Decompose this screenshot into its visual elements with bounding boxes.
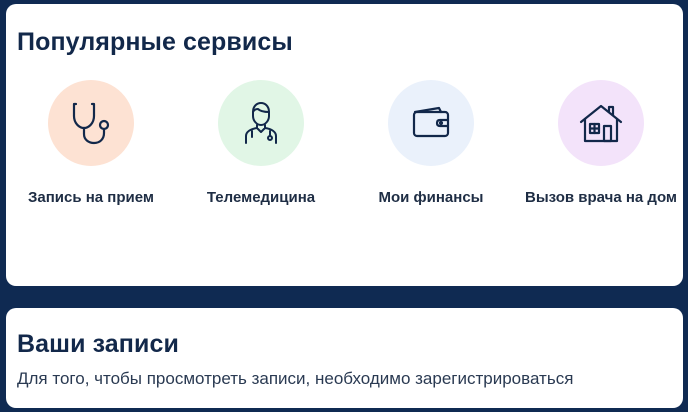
your-records-card: Ваши записи Для того, чтобы просмотреть … bbox=[6, 308, 683, 408]
service-icon-circle bbox=[558, 80, 644, 166]
your-records-title: Ваши записи bbox=[17, 330, 179, 358]
service-home-doctor-call[interactable]: Вызов врача на дом bbox=[516, 80, 686, 220]
service-appointment[interactable]: Запись на прием bbox=[6, 80, 176, 220]
stethoscope-icon bbox=[66, 98, 116, 148]
service-label: Мои финансы bbox=[378, 189, 484, 206]
service-label: Запись на прием bbox=[27, 189, 154, 206]
service-my-finances[interactable]: Мои финансы bbox=[346, 80, 516, 220]
service-telemedicine[interactable]: Телемедицина bbox=[176, 80, 346, 220]
service-icon-circle bbox=[48, 80, 134, 166]
popular-services-title: Популярные сервисы bbox=[17, 28, 293, 56]
service-icon-circle bbox=[218, 80, 304, 166]
service-label: Телемедицина bbox=[206, 189, 316, 206]
service-label: Вызов врача на дом bbox=[525, 189, 677, 206]
popular-services-card: Популярные сервисы Запись на прием Телем… bbox=[6, 4, 683, 286]
wallet-icon bbox=[406, 98, 456, 148]
house-icon bbox=[576, 98, 626, 148]
doctor-icon bbox=[236, 98, 286, 148]
service-icon-circle bbox=[388, 80, 474, 166]
records-registration-message: Для того, чтобы просмотреть записи, необ… bbox=[17, 369, 574, 388]
